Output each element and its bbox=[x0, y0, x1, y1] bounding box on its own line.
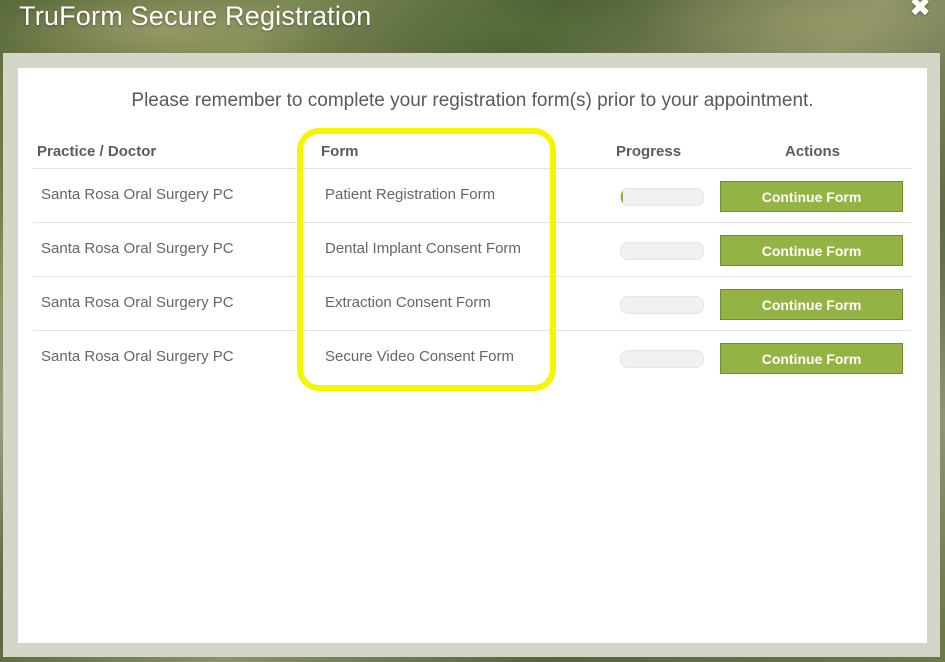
notice-text: Please remember to complete your registr… bbox=[131, 90, 814, 111]
table-row: Santa Rosa Oral Surgery PC Secure Video … bbox=[33, 331, 911, 384]
table-row: Santa Rosa Oral Surgery PC Dental Implan… bbox=[33, 223, 911, 277]
form-name-cell: Dental Implant Consent Form bbox=[325, 240, 521, 257]
progress-bar bbox=[620, 188, 704, 206]
progress-bar bbox=[620, 296, 704, 314]
progress-fill bbox=[621, 189, 623, 205]
column-header-actions: Actions bbox=[785, 143, 841, 160]
continue-form-button[interactable]: Continue Form bbox=[720, 235, 903, 266]
continue-form-button[interactable]: Continue Form bbox=[720, 289, 903, 320]
column-header-form: Form bbox=[321, 143, 359, 160]
table-header: Practice / Doctor Form Progress Actions bbox=[33, 141, 911, 169]
column-header-progress: Progress bbox=[616, 143, 682, 160]
form-name-cell: Extraction Consent Form bbox=[325, 294, 491, 311]
title-bar: TruForm Secure Registration ✖ bbox=[0, 0, 945, 52]
table-row: Santa Rosa Oral Surgery PC Extraction Co… bbox=[33, 277, 911, 331]
forms-table: Practice / Doctor Form Progress Actions … bbox=[33, 141, 911, 384]
modal-panel: Please remember to complete your registr… bbox=[18, 68, 927, 643]
table-row: Santa Rosa Oral Surgery PC Patient Regis… bbox=[33, 169, 911, 223]
close-icon[interactable]: ✖ bbox=[909, 0, 931, 20]
practice-cell: Santa Rosa Oral Surgery PC bbox=[41, 294, 234, 311]
practice-cell: Santa Rosa Oral Surgery PC bbox=[41, 186, 234, 203]
form-name-cell: Secure Video Consent Form bbox=[325, 348, 514, 365]
progress-bar bbox=[620, 242, 704, 260]
progress-bar bbox=[620, 350, 704, 368]
continue-form-button[interactable]: Continue Form bbox=[720, 181, 903, 212]
column-header-practice: Practice / Doctor bbox=[37, 143, 157, 160]
practice-cell: Santa Rosa Oral Surgery PC bbox=[41, 240, 234, 257]
form-name-cell: Patient Registration Form bbox=[325, 186, 496, 203]
continue-form-button[interactable]: Continue Form bbox=[720, 343, 903, 374]
window-title: TruForm Secure Registration bbox=[19, 1, 372, 31]
practice-cell: Santa Rosa Oral Surgery PC bbox=[41, 348, 234, 365]
